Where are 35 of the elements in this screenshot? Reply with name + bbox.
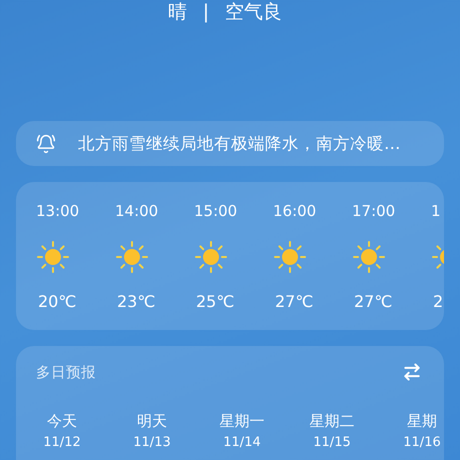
day-date: 11/14 [223,435,261,450]
hour-temperature: 27℃ [275,292,314,311]
hour-time: 1 [431,202,441,222]
hour-temperature: 25℃ [196,292,234,311]
day-date: 11/15 [313,435,351,450]
day-name: 星期一 [220,412,264,431]
hour-temperature: 20℃ [38,292,76,311]
separator: | [202,1,210,23]
hour-time: 16:00 [273,202,316,222]
weather-condition: 晴 [168,0,187,25]
day-name: 星期 [407,412,437,431]
sun-icon [194,240,228,274]
day-date: 11/16 [403,435,441,450]
day-date: 11/13 [133,435,171,450]
day-name: 星期二 [310,412,354,431]
day-name: 明天 [137,412,167,431]
notice-card[interactable]: 北方雨雪继续局地有极端降水，南方冷暖… [16,121,444,166]
hour-time: 13:00 [36,202,80,222]
hour-time: 17:00 [352,202,396,222]
forecast-title: 多日预报 [36,364,96,382]
sun-icon [36,240,70,274]
air-quality: 空气良 [225,0,282,25]
bell-icon [36,134,56,154]
sun-icon [115,240,149,274]
hour-time: 14:00 [115,202,158,222]
hour-temperature: 23℃ [117,292,156,311]
day-date: 11/12 [43,435,81,450]
day-name: 今天 [47,412,77,431]
hour-time: 15:00 [194,202,238,222]
hour-temperature: 2 [433,292,444,311]
sun-icon [273,240,307,274]
notice-text: 北方雨雪继续局地有极端降水，南方冷暖… [78,132,400,154]
sun-icon [352,240,386,274]
hour-temperature: 27℃ [354,292,392,311]
swap-icon[interactable] [402,362,422,382]
